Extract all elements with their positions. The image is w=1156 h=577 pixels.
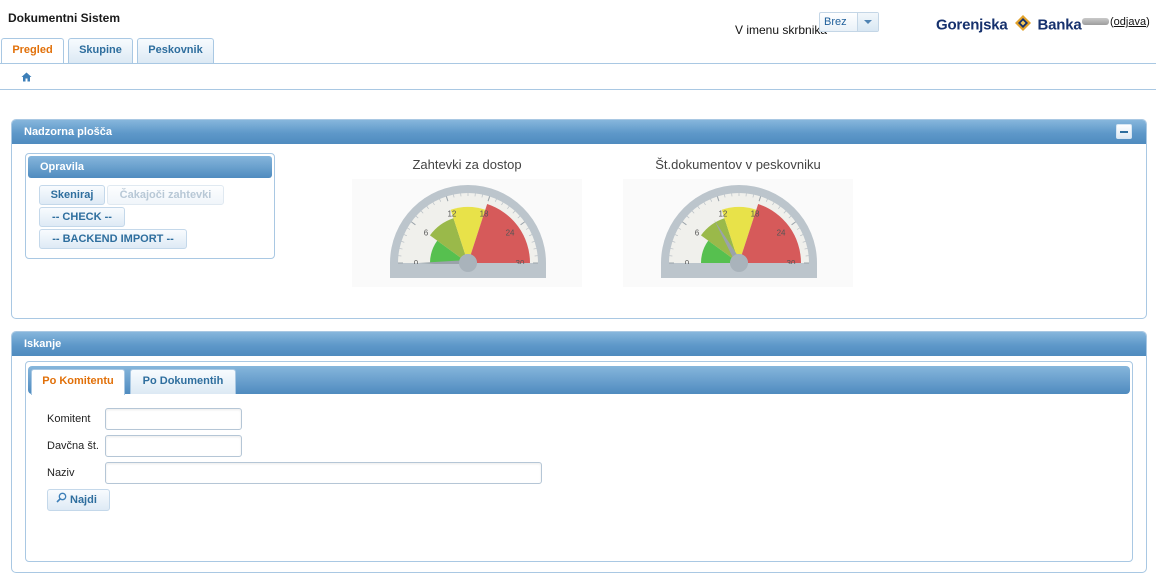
- gauge-title-sandbox-documents: Št.dokumentov v peskovniku: [655, 157, 821, 172]
- breadcrumb-divider: [0, 89, 1156, 90]
- backend-import-button[interactable]: -- BACKEND IMPORT --: [39, 229, 187, 249]
- dropdown-button[interactable]: [857, 13, 878, 31]
- tasks-widget-header: Opravila: [28, 156, 272, 178]
- tasks-widget: Opravila Skeniraj Čakajoči zahtevki -- C…: [25, 153, 275, 259]
- search-title: Iskanje: [24, 338, 62, 350]
- home-icon[interactable]: [21, 71, 32, 85]
- tax-number-label: Davčna št.: [47, 440, 99, 452]
- komitent-input[interactable]: [105, 408, 242, 430]
- search-icon: [56, 490, 67, 510]
- gauge-tick-label: 24: [777, 228, 786, 237]
- find-button-label: Najdi: [70, 494, 97, 506]
- tax-number-input[interactable]: [105, 435, 242, 457]
- access-requests-gauge: 0612 182430: [352, 179, 582, 287]
- gauge-tick-label: 6: [424, 228, 429, 237]
- chevron-down-icon: [864, 20, 872, 24]
- search-tabs-container: Po Komitentu Po Dokumentih Komitent Davč…: [25, 361, 1133, 562]
- gauge-tick-label: 24: [506, 228, 515, 237]
- tasks-title: Opravila: [40, 161, 85, 173]
- gauge-tick-label: 12: [718, 210, 727, 219]
- find-button[interactable]: Najdi: [47, 489, 110, 511]
- gauge-needle-hub-top: [459, 254, 477, 272]
- komitent-label: Komitent: [47, 413, 91, 425]
- tab-pregled[interactable]: Pregled: [1, 38, 64, 64]
- check-button[interactable]: -- CHECK --: [39, 207, 125, 227]
- brand-name-left: Gorenjska: [936, 16, 1008, 34]
- collapse-button[interactable]: [1116, 124, 1132, 139]
- brand-logo: Gorenjska Banka: [936, 14, 1082, 36]
- pending-requests-button[interactable]: Čakajoči zahtevki: [107, 185, 224, 205]
- logout-link[interactable]: odjava: [1114, 16, 1146, 28]
- gauge-tick-label: 6: [695, 228, 700, 237]
- dashboard-panel-header: Nadzorna plošča: [12, 120, 1146, 144]
- tab-po-dokumentih[interactable]: Po Dokumentih: [130, 369, 236, 394]
- dashboard-title: Nadzorna plošča: [24, 126, 113, 138]
- gauge-tick-label: 18: [751, 210, 760, 219]
- user-name-redacted: [1082, 18, 1109, 25]
- bank-logo-icon: [1014, 14, 1032, 36]
- scan-button[interactable]: Skeniraj: [39, 185, 105, 205]
- name-label: Naziv: [47, 467, 75, 479]
- gauge-tick-label: 18: [480, 210, 489, 219]
- gauge-needle-hub-top: [730, 254, 748, 272]
- brand-name-right: Banka: [1037, 16, 1082, 34]
- gauge-tick-label: 12: [447, 210, 456, 219]
- skrbnik-selected-value: Brez: [824, 16, 847, 28]
- tab-po-komitentu[interactable]: Po Komitentu: [31, 369, 125, 395]
- minus-icon: [1120, 131, 1128, 133]
- app-title: Dokumentni Sistem: [8, 11, 121, 25]
- tabs-divider: [0, 63, 1156, 64]
- sandbox-documents-gauge: 0612 182430: [623, 179, 853, 287]
- skrbnik-label: V imenu skrbnika: [735, 23, 828, 37]
- search-panel-header: Iskanje: [12, 332, 1146, 356]
- skrbnik-select[interactable]: Brez: [819, 12, 879, 32]
- tab-skupine[interactable]: Skupine: [68, 38, 133, 63]
- tab-peskovnik[interactable]: Peskovnik: [137, 38, 214, 63]
- name-input[interactable]: [105, 462, 542, 484]
- logout-link-wrapper: (odjava): [1110, 16, 1150, 28]
- gauge-title-access-requests: Zahtevki za dostop: [412, 157, 522, 172]
